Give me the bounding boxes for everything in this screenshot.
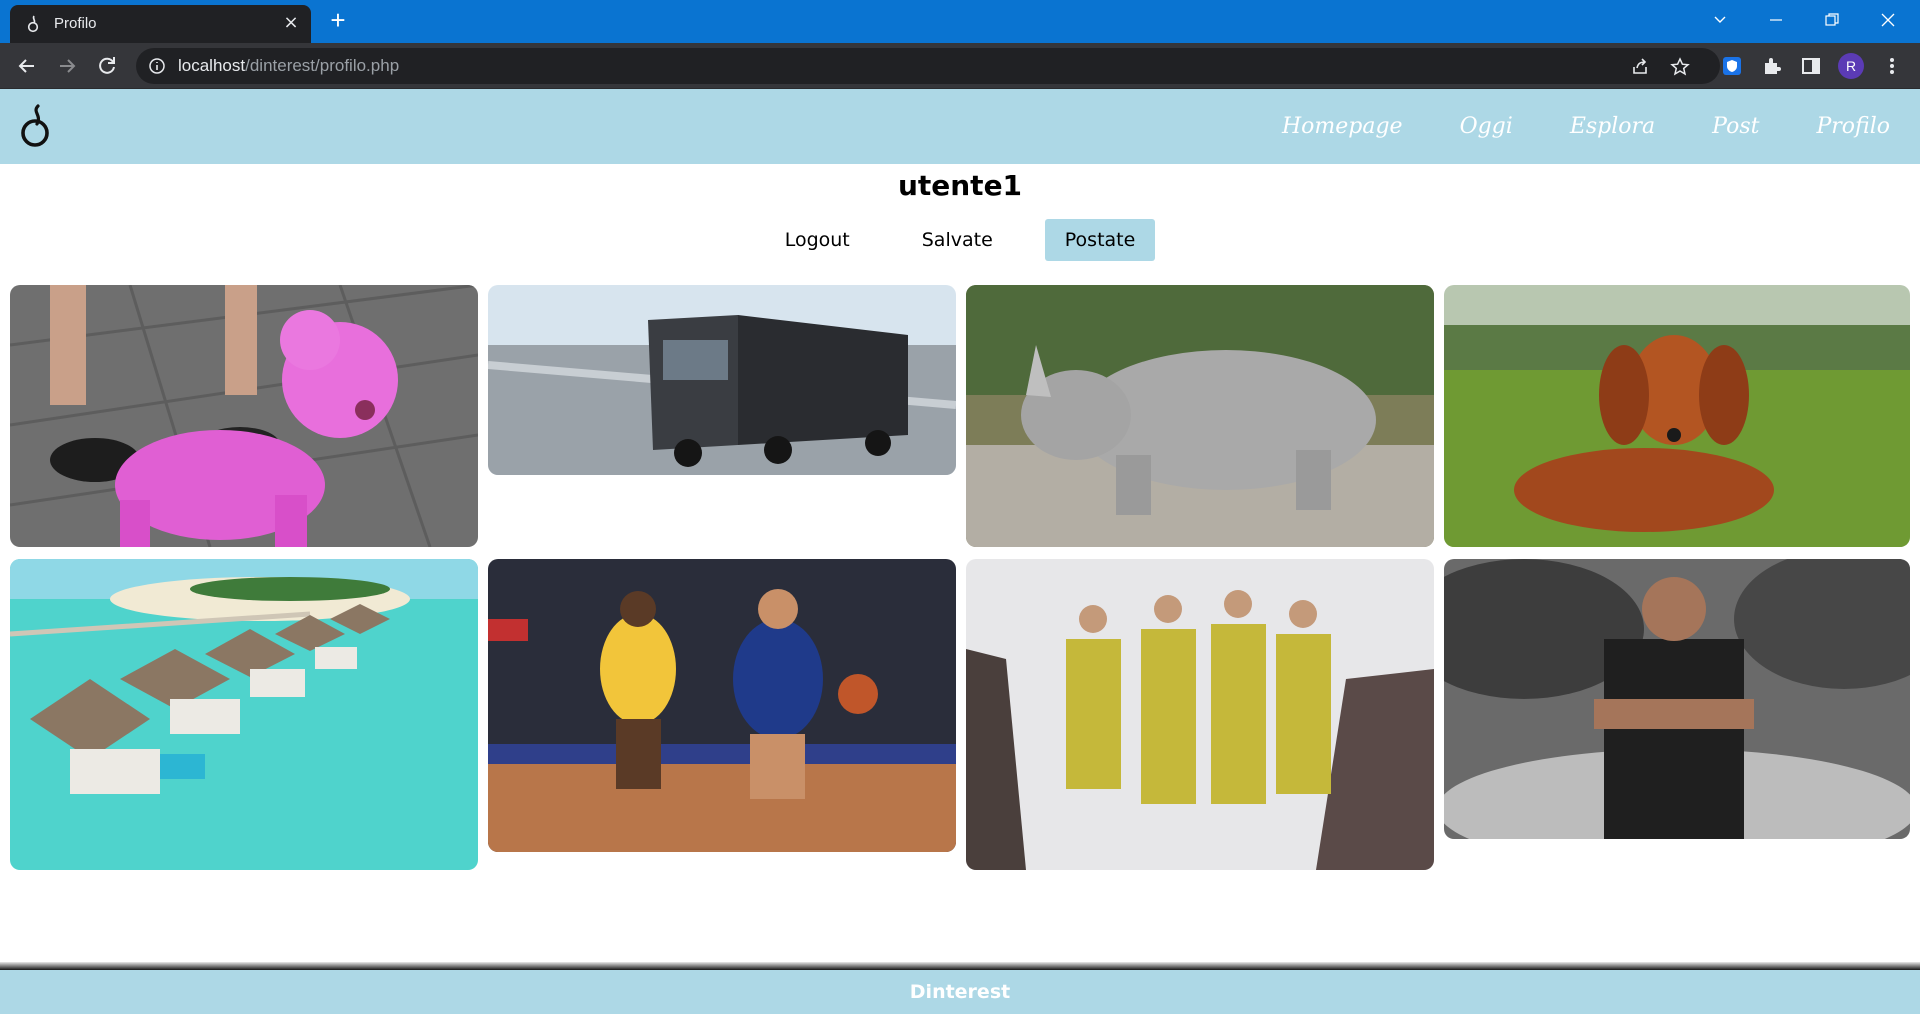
- nav-homepage[interactable]: Homepage: [1282, 114, 1403, 139]
- site-nav: Homepage Oggi Esplora Post Profilo: [1282, 89, 1890, 164]
- car-man-photo: [1444, 559, 1910, 839]
- url-path: /dinterest/profilo.php: [245, 56, 400, 75]
- tab-close-icon[interactable]: ×: [280, 12, 302, 34]
- site-header: Homepage Oggi Esplora Post Profilo: [0, 89, 1920, 164]
- post-image-poodle[interactable]: [10, 285, 478, 547]
- extensions-puzzle-icon[interactable]: [1760, 54, 1784, 78]
- dinterest-favicon-icon: [27, 15, 39, 33]
- forward-arrow-icon[interactable]: [55, 54, 79, 78]
- new-tab-button[interactable]: +: [325, 7, 351, 34]
- basketball-photo: [488, 559, 956, 852]
- nav-oggi[interactable]: Oggi: [1460, 114, 1513, 139]
- browser-toolbar: localhost/dinterest/profilo.php R: [0, 43, 1920, 89]
- menu-kebab-icon[interactable]: [1880, 54, 1904, 78]
- post-image-basketball[interactable]: [488, 559, 956, 852]
- close-window-icon[interactable]: [1860, 0, 1916, 40]
- runway-photo: [966, 559, 1434, 870]
- truck-photo: [488, 285, 956, 475]
- rhino-photo: [966, 285, 1434, 547]
- site-info-icon[interactable]: [148, 57, 166, 75]
- nav-profilo[interactable]: Profilo: [1816, 114, 1890, 139]
- tab-salvate[interactable]: Salvate: [902, 219, 1013, 261]
- maldives-photo: [10, 559, 478, 870]
- reload-icon[interactable]: [95, 54, 119, 78]
- url-host: localhost: [178, 56, 246, 75]
- extension-shield-icon[interactable]: [1720, 54, 1744, 78]
- browser-tabstrip: Profilo × +: [0, 0, 1920, 43]
- post-image-rhino[interactable]: [966, 285, 1434, 547]
- post-image-truck[interactable]: [488, 285, 956, 475]
- site-footer: Dinterest: [0, 970, 1920, 1014]
- nav-post[interactable]: Post: [1712, 114, 1759, 139]
- post-image-maldives[interactable]: [10, 559, 478, 870]
- logout-button[interactable]: Logout: [765, 219, 870, 261]
- tab-search-icon[interactable]: [1692, 0, 1748, 40]
- footer-divider: [0, 962, 1920, 970]
- minimize-icon[interactable]: [1748, 0, 1804, 40]
- browser-tab[interactable]: Profilo ×: [10, 5, 311, 43]
- address-bar[interactable]: localhost/dinterest/profilo.php: [136, 48, 1720, 84]
- tab-postate[interactable]: Postate: [1044, 219, 1156, 261]
- url-text: localhost/dinterest/profilo.php: [178, 56, 399, 76]
- dinterest-logo-icon[interactable]: [18, 103, 56, 149]
- side-panel-icon[interactable]: [1799, 54, 1823, 78]
- profile-tabs: Logout Salvate Postate: [0, 219, 1920, 261]
- post-image-dachshund[interactable]: [1444, 285, 1910, 547]
- profile-username: utente1: [897, 169, 1023, 202]
- post-image-car-man[interactable]: [1444, 559, 1910, 839]
- poodle-photo: [10, 285, 478, 547]
- dachshund-photo: [1444, 285, 1910, 547]
- nav-esplora[interactable]: Esplora: [1570, 114, 1655, 139]
- bookmark-star-icon[interactable]: [1670, 57, 1690, 77]
- share-icon[interactable]: [1630, 57, 1650, 77]
- profile-avatar[interactable]: R: [1838, 53, 1864, 79]
- restore-icon[interactable]: [1804, 0, 1860, 40]
- tab-title: Profilo: [54, 15, 97, 32]
- back-arrow-icon[interactable]: [15, 54, 39, 78]
- post-image-runway[interactable]: [966, 559, 1434, 870]
